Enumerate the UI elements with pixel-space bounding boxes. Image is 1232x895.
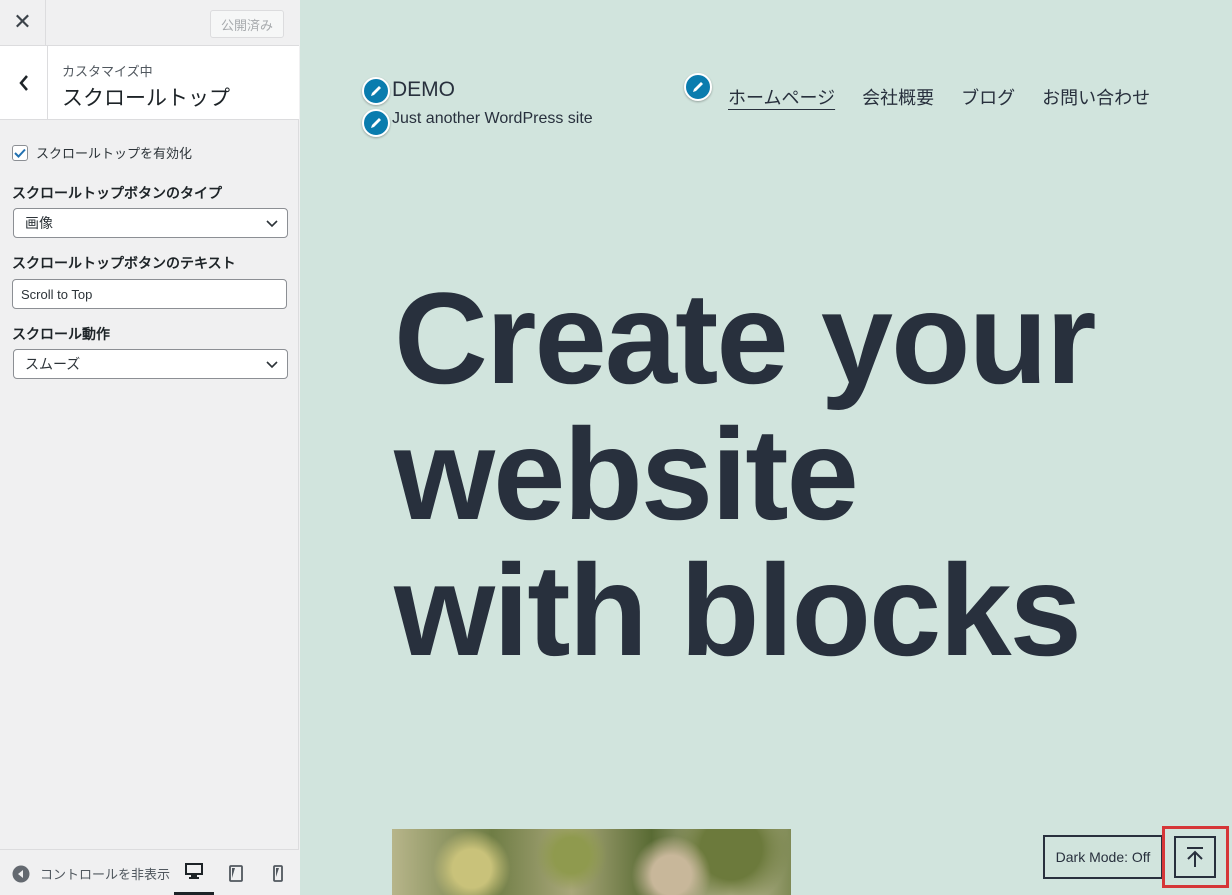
button-type-select[interactable]: 画像 xyxy=(13,208,288,238)
section-header: カスタマイズ中 スクロールトップ xyxy=(0,46,299,120)
button-type-label: スクロールトップボタンのタイプ xyxy=(12,186,222,202)
site-tagline: Just another WordPress site xyxy=(392,110,593,127)
collapse-arrow-icon xyxy=(12,865,30,882)
featured-painting-image xyxy=(392,829,791,895)
scroll-behavior-select[interactable]: スムーズ xyxy=(13,349,288,379)
arrow-up-to-line-icon xyxy=(1187,847,1203,867)
customizer-sidebar: ✕ 公開済み カスタマイズ中 スクロールトップ スクロールトップを有効化 スクロ… xyxy=(0,0,299,895)
published-button[interactable]: 公開済み xyxy=(210,10,284,38)
preview-tablet-button[interactable] xyxy=(216,850,256,895)
close-customizer-button[interactable]: ✕ xyxy=(0,0,46,45)
pencil-icon xyxy=(371,86,381,96)
hero-heading: Create your website with blocks xyxy=(394,270,1114,678)
pencil-icon xyxy=(371,118,381,128)
edit-tagline-shortcut[interactable] xyxy=(362,109,390,137)
scroll-behavior-value: スムーズ xyxy=(25,357,81,373)
enable-scroll-top-checkbox[interactable] xyxy=(12,144,28,161)
checkmark-icon xyxy=(14,148,26,158)
menu-item-home[interactable]: ホームページ xyxy=(728,84,835,110)
customizer-footer: コントロールを非表示 xyxy=(0,849,299,895)
chevron-down-icon xyxy=(266,361,278,369)
site-title[interactable]: DEMO xyxy=(392,78,455,102)
chevron-down-icon xyxy=(266,220,278,228)
preview-mobile-button[interactable] xyxy=(258,850,298,895)
hero-line: Create your xyxy=(394,265,1097,411)
hero-line: website xyxy=(394,401,859,547)
button-type-value: 画像 xyxy=(25,216,53,232)
menu-item-contact[interactable]: お問い合わせ xyxy=(1042,84,1150,110)
button-text-input[interactable] xyxy=(12,279,287,309)
hero-line: with blocks xyxy=(394,537,1082,683)
back-button[interactable] xyxy=(0,46,48,119)
site-preview: DEMO Just another WordPress site ホームページ … xyxy=(300,0,1232,895)
hide-controls-button[interactable]: コントロールを非表示 xyxy=(12,864,172,883)
preview-desktop-button[interactable] xyxy=(174,850,214,895)
section-subtitle: カスタマイズ中 xyxy=(62,65,153,80)
desktop-icon xyxy=(185,863,203,879)
menu-item-about[interactable]: 会社概要 xyxy=(862,84,934,110)
close-icon: ✕ xyxy=(13,10,32,35)
button-text-label: スクロールトップボタンのテキスト xyxy=(12,256,236,272)
chevron-left-icon xyxy=(18,74,28,91)
enable-scroll-top-control[interactable]: スクロールトップを有効化 xyxy=(12,143,192,162)
mobile-icon xyxy=(273,864,283,882)
scroll-behavior-label: スクロール動作 xyxy=(12,327,110,343)
enable-scroll-top-label: スクロールトップを有効化 xyxy=(36,147,193,162)
tablet-icon xyxy=(229,864,243,882)
pencil-icon xyxy=(693,82,703,92)
scroll-to-top-button[interactable] xyxy=(1174,836,1216,878)
hide-controls-label: コントロールを非表示 xyxy=(40,868,171,883)
edit-site-title-shortcut[interactable] xyxy=(362,77,390,105)
section-title: スクロールトップ xyxy=(62,86,230,110)
edit-menu-shortcut[interactable] xyxy=(684,73,712,101)
dark-mode-toggle[interactable]: Dark Mode: Off xyxy=(1043,835,1163,879)
customizer-header: ✕ 公開済み xyxy=(0,0,299,46)
primary-menu: ホームページ 会社概要 ブログ お問い合わせ xyxy=(728,84,1150,110)
menu-item-blog[interactable]: ブログ xyxy=(961,84,1015,110)
